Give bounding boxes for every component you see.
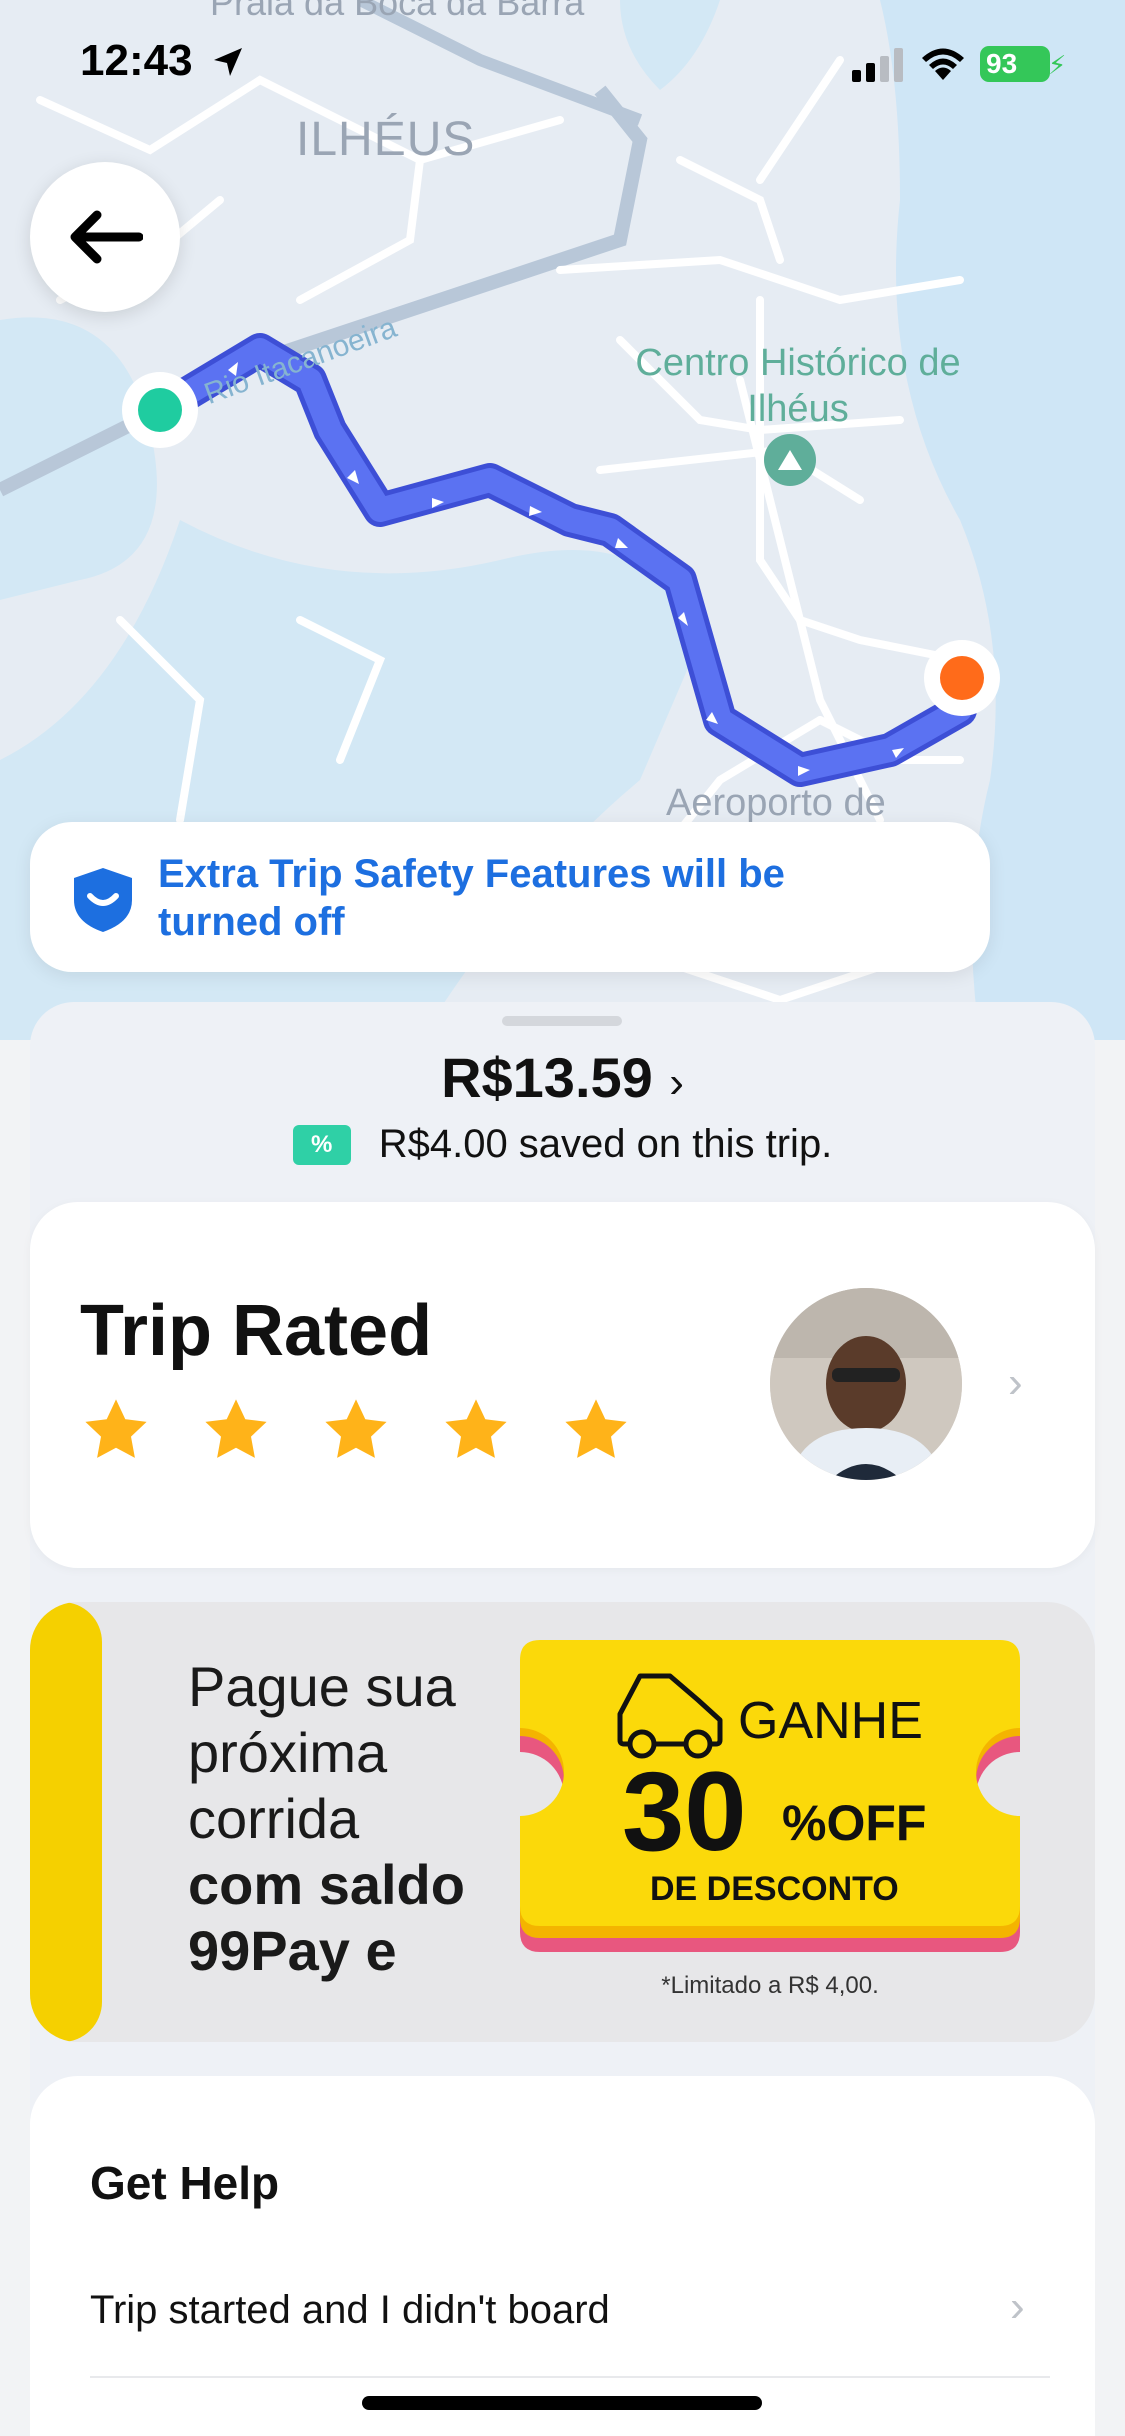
map-label-aeroporto: Aeroporto de: [666, 782, 886, 824]
help-card: Get Help Trip started and I didn't board…: [30, 2076, 1095, 2436]
promo-line: próxima: [188, 1721, 388, 1784]
battery-charging-icon: ⚡: [1048, 50, 1067, 80]
chevron-right-icon: ›: [1010, 2282, 1025, 2331]
star-icon: [85, 1399, 147, 1458]
arrow-left-icon: [70, 210, 143, 264]
discount-ticket: GANHE 30 %OFF DE DESCONTO: [520, 1640, 1020, 1952]
promo-accent-stripe: [30, 1602, 102, 2042]
promo-limit-note: *Limitado a R$ 4,00.: [661, 1972, 879, 1999]
promo-text: Pague sua próxima corrida com saldo 99Pa…: [188, 1654, 528, 1984]
home-indicator[interactable]: [362, 2396, 762, 2410]
promo-line: 99Pay e: [188, 1919, 397, 1982]
safety-banner[interactable]: Extra Trip Safety Features will be turne…: [30, 822, 990, 972]
back-button[interactable]: [30, 162, 180, 312]
status-bar: 12:43 93 ⚡: [0, 0, 1125, 130]
promo-desconto: DE DESCONTO: [650, 1870, 899, 1908]
promo-off: %OFF: [782, 1795, 926, 1851]
savings-row: % R$4.00 saved on this trip.: [0, 1122, 1125, 1167]
help-title: Get Help: [90, 2157, 280, 2209]
driver-avatar: [770, 1288, 962, 1480]
promo-line: Pague sua: [188, 1655, 456, 1718]
star-icon: [445, 1399, 507, 1458]
price-row[interactable]: R$13.59 ›: [0, 1045, 1125, 1110]
rating-stars: [80, 1394, 632, 1466]
map-label-centro: Centro Histórico de Ilhéus: [635, 342, 961, 430]
help-item-label: Trip started and I didn't board: [90, 2288, 610, 2332]
star-icon: [325, 1399, 387, 1458]
wifi-icon: [922, 48, 964, 80]
safety-banner-text: Extra Trip Safety Features will be turne…: [158, 852, 785, 944]
savings-text: R$4.00 saved on this trip.: [378, 1122, 833, 1166]
battery-level: 93: [980, 46, 1050, 82]
sheet-handle[interactable]: [502, 1016, 622, 1026]
status-time: 12:43: [80, 36, 193, 85]
chevron-right-icon: ›: [669, 1058, 684, 1107]
promo-line: corrida: [188, 1787, 360, 1850]
discount-badge-icon: %: [292, 1124, 351, 1165]
promo-banner[interactable]: Pague sua próxima corrida com saldo 99Pa…: [30, 1602, 1095, 2042]
trip-price: R$13.59: [441, 1046, 653, 1109]
location-arrow-icon: [214, 48, 242, 76]
shield-icon: [74, 868, 132, 932]
chevron-right-icon: ›: [1008, 1358, 1023, 1407]
help-item-didnt-board[interactable]: Trip started and I didn't board ›: [90, 2282, 1050, 2378]
star-icon: [565, 1399, 627, 1458]
trip-rated-title: Trip Rated: [80, 1291, 433, 1371]
promo-percent-number: 30: [622, 1749, 747, 1874]
cellular-signal-icon: [852, 48, 903, 82]
promo-ganhe: GANHE: [738, 1692, 923, 1750]
promo-line: com saldo: [188, 1853, 465, 1916]
star-icon: [205, 1399, 267, 1458]
trip-rated-card[interactable]: Trip Rated ›: [30, 1202, 1095, 1568]
